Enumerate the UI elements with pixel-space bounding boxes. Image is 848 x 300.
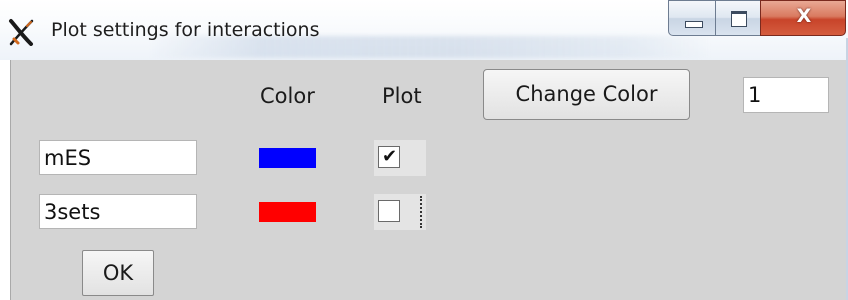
color-column-header: Color — [260, 84, 315, 108]
minimize-button[interactable] — [668, 0, 716, 36]
count-input[interactable]: 1 — [743, 77, 829, 113]
x-app-icon — [9, 19, 34, 46]
ok-button[interactable]: OK — [82, 250, 154, 296]
plot-checkbox[interactable]: ✔ — [378, 146, 400, 168]
plot-settings-window: Plot settings for interactions X Color P… — [0, 0, 848, 300]
close-button[interactable]: X — [760, 0, 846, 36]
checkmark-icon — [382, 202, 398, 220]
maximize-icon — [731, 11, 747, 27]
focus-indicator — [420, 196, 422, 228]
title-bar[interactable]: Plot settings for interactions X — [0, 0, 848, 60]
plot-checkbox[interactable] — [378, 200, 400, 222]
plot-column-header: Plot — [382, 84, 422, 108]
row-name-input[interactable]: 3sets — [39, 194, 197, 229]
change-color-button[interactable]: Change Color — [483, 69, 690, 120]
plot-checkbox-cell[interactable]: ✔ — [374, 140, 426, 176]
minimize-icon — [685, 21, 703, 28]
close-icon: X — [796, 5, 812, 27]
maximize-button[interactable] — [715, 0, 761, 36]
color-swatch[interactable] — [259, 202, 316, 222]
color-swatch[interactable] — [259, 148, 316, 168]
checkmark-icon: ✔ — [382, 146, 398, 167]
row-name-input[interactable]: mES — [39, 140, 197, 175]
window-title: Plot settings for interactions — [51, 19, 320, 41]
caption-buttons: X — [668, 0, 846, 38]
plot-checkbox-cell[interactable] — [374, 194, 426, 230]
